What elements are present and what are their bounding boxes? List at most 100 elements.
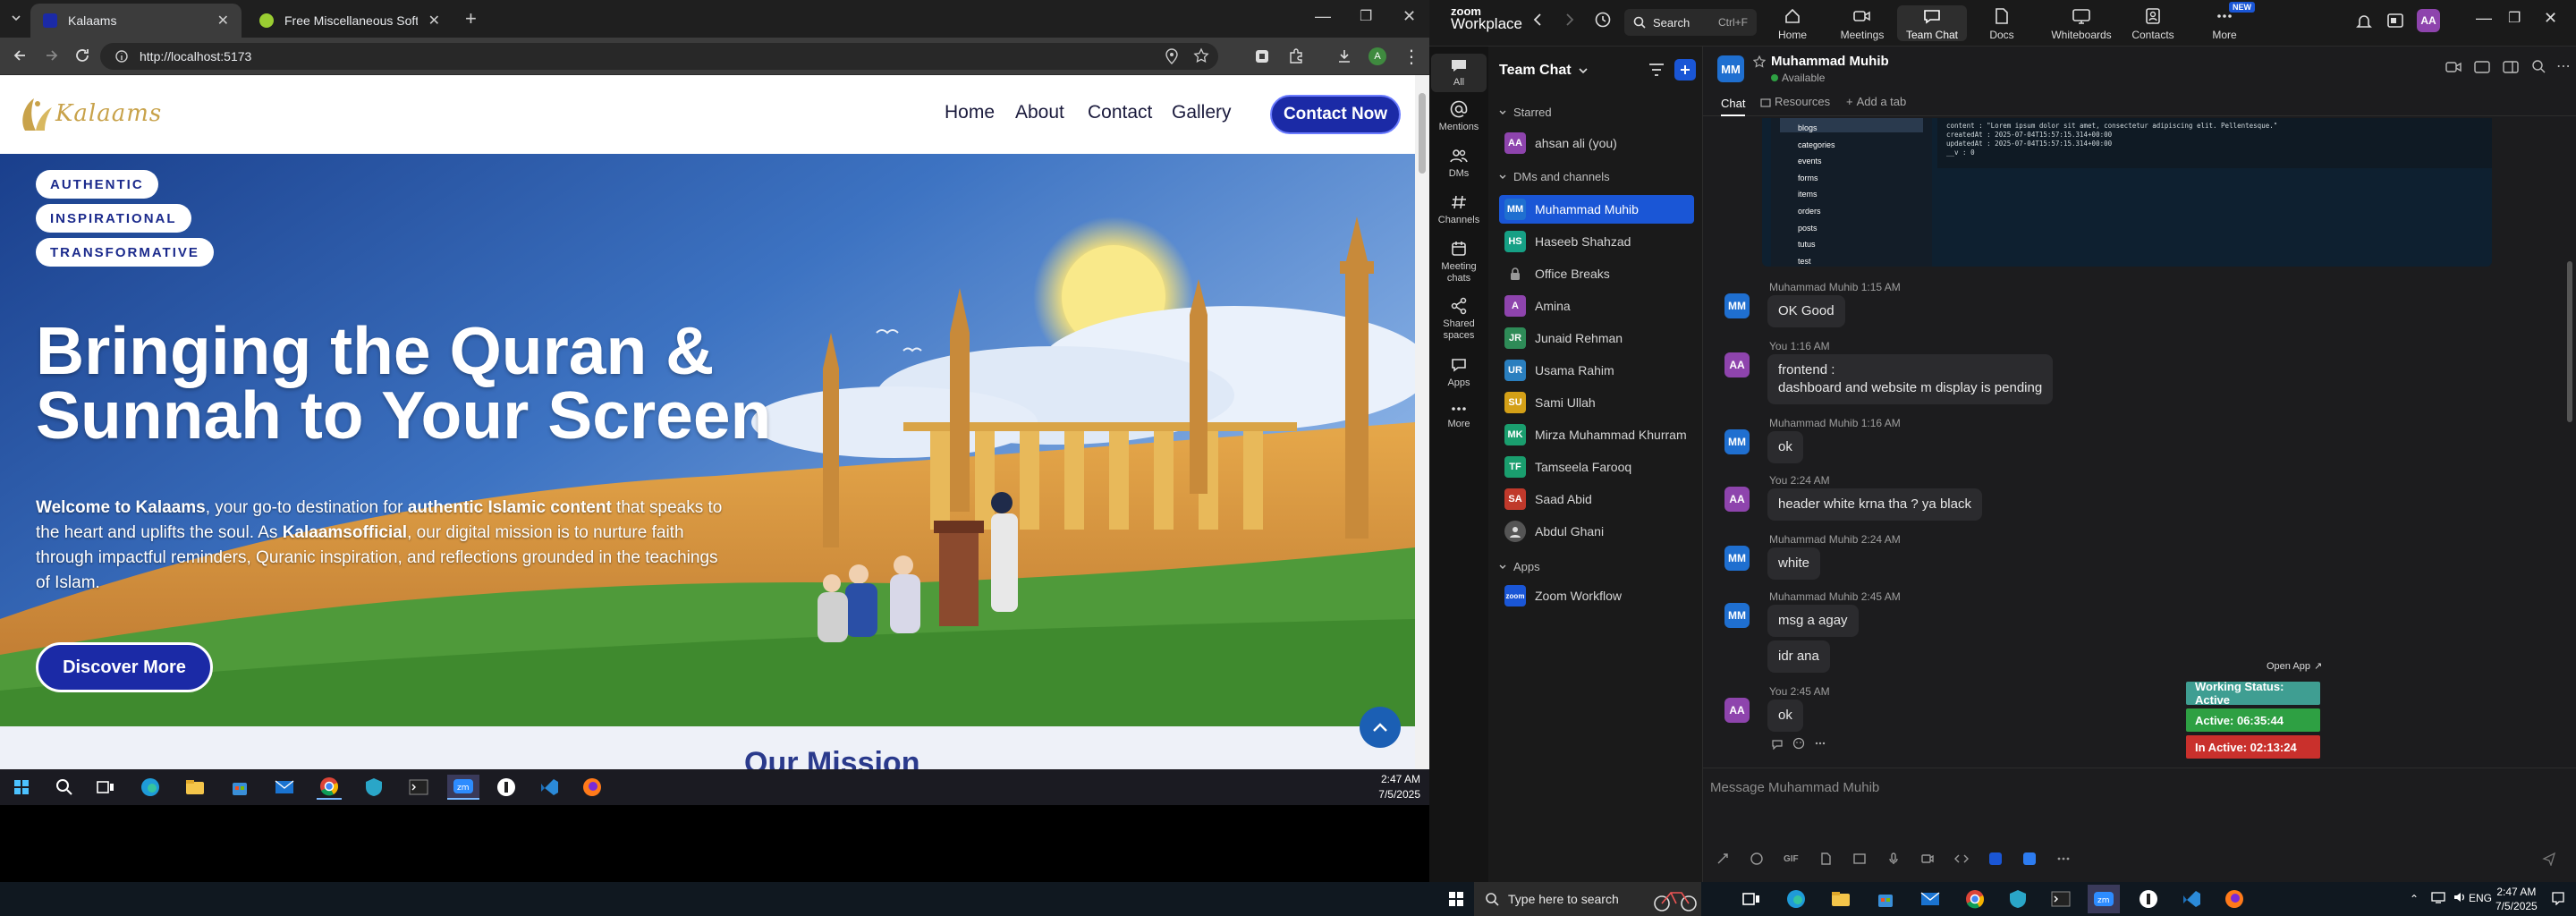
site-logo[interactable]: Kalaams [18, 95, 162, 132]
chat-item-mirza[interactable]: MK Mirza Muhammad Khurram [1499, 420, 1694, 449]
vpn-icon[interactable] [361, 775, 386, 800]
chat-item-sami[interactable]: SU Sami Ullah [1499, 388, 1694, 417]
app-blue-icon[interactable] [1988, 852, 2003, 866]
left-clock[interactable]: 2:47 AM 7/5/2025 [1342, 772, 1420, 802]
chat-scrollbar[interactable] [2567, 261, 2572, 422]
shared-screenshot[interactable]: blogs categories events forms items orde… [1762, 118, 2492, 267]
message-bubble[interactable]: ok [1767, 431, 1803, 463]
message-bubble[interactable]: white [1767, 547, 1821, 580]
task-view-icon[interactable] [1739, 886, 1764, 912]
puzzle-icon[interactable] [1288, 48, 1304, 64]
taskbar-search-input[interactable]: Type here to search [1474, 882, 1701, 916]
windows-start-icon[interactable] [1444, 886, 1469, 912]
tab-search-icon[interactable] [9, 11, 23, 25]
minimize-icon[interactable]: — [1315, 7, 1331, 26]
firefox-icon[interactable] [580, 775, 605, 800]
gif-icon[interactable]: GIF [1784, 854, 1799, 864]
file-icon[interactable] [1818, 852, 1833, 866]
message-input[interactable]: Message Muhammad Muhib [1710, 780, 2569, 795]
reload-icon[interactable] [73, 47, 91, 64]
notification-icon[interactable] [2551, 891, 2565, 905]
terminal-icon[interactable] [2048, 886, 2073, 912]
nav-meetings[interactable]: Meetings [1827, 7, 1897, 41]
emoji-icon[interactable] [1792, 737, 1805, 750]
nav-more[interactable]: NEW More [2190, 2, 2259, 41]
chrome-icon[interactable] [1962, 886, 1987, 912]
page-scrollbar[interactable] [1415, 75, 1429, 769]
network-icon[interactable] [2431, 891, 2445, 903]
discover-more-button[interactable]: Discover More [36, 642, 213, 692]
mail-icon[interactable] [272, 775, 297, 800]
chat-item-tamseela[interactable]: TF Tamseela Farooq [1499, 453, 1694, 481]
mail-icon[interactable] [1918, 886, 1943, 912]
store-icon[interactable] [227, 775, 252, 800]
rail-meeting-chats[interactable]: Meeting chats [1431, 240, 1487, 284]
calendar-app-icon[interactable] [2386, 13, 2404, 29]
video-call-icon[interactable] [2445, 61, 2462, 73]
close-icon[interactable]: ✕ [428, 12, 440, 30]
chat-item-usama[interactable]: UR Usama Rahim [1499, 356, 1694, 385]
language-indicator[interactable]: ENG [2469, 892, 2492, 904]
rail-all[interactable]: All [1431, 54, 1487, 92]
tab-free-software[interactable]: Free Miscellaneous Software - I ✕ [247, 4, 453, 38]
nav-whiteboards[interactable]: Whiteboards [2037, 7, 2126, 41]
terminal-icon[interactable] [406, 775, 431, 800]
app-circle-icon[interactable] [494, 775, 519, 800]
message-bubble[interactable]: frontend : dashboard and website m displ… [1767, 354, 2054, 404]
reply-icon[interactable] [1771, 737, 1784, 750]
rail-mentions[interactable]: Mentions [1431, 100, 1487, 133]
open-app-link[interactable]: Open App ↗ [2267, 660, 2322, 673]
minimize-icon[interactable]: — [2476, 9, 2492, 28]
taskbar-clock[interactable]: 2:47 AM 7/5/2025 [2496, 885, 2538, 913]
message-bubble[interactable]: header white krna tha ? ya black [1767, 488, 1982, 521]
section-apps[interactable]: Apps [1499, 560, 1540, 573]
app-circle-icon[interactable] [2136, 886, 2161, 912]
chat-item-zoom-workflow[interactable]: zoom Zoom Workflow [1499, 581, 1694, 610]
more-dots-icon[interactable] [2056, 852, 2071, 866]
rail-shared-spaces[interactable]: Shared spaces [1431, 297, 1487, 342]
format-icon[interactable] [1716, 852, 1730, 866]
user-avatar[interactable]: AA [2417, 9, 2440, 32]
emoji-icon[interactable] [1750, 852, 1764, 866]
new-tab-plus-icon[interactable]: + [465, 7, 477, 30]
download-icon[interactable] [1336, 48, 1352, 64]
nav-contact[interactable]: Contact [1088, 102, 1152, 123]
app-blue-icon[interactable] [2022, 852, 2037, 866]
nav-about[interactable]: About [1015, 102, 1064, 123]
bell-icon[interactable] [2356, 13, 2372, 30]
chat-item-muhammad-muhib[interactable]: MM Muhammad Muhib [1499, 195, 1694, 224]
vpn-icon[interactable] [2005, 886, 2030, 912]
code-icon[interactable] [1953, 852, 1969, 866]
chat-item-amina[interactable]: A Amina [1499, 292, 1694, 320]
screenshot-icon[interactable] [1852, 852, 1867, 866]
menu-kebab-icon[interactable]: ⋮ [1402, 46, 1420, 68]
back-icon[interactable] [1531, 13, 1544, 27]
maximize-icon[interactable]: ❐ [1360, 7, 1372, 25]
location-icon[interactable] [1165, 48, 1179, 64]
rail-channels[interactable]: Channels [1431, 193, 1487, 226]
filter-icon[interactable] [1648, 61, 1665, 79]
forward-arrow-icon[interactable] [43, 47, 61, 64]
chat-item-haseeb[interactable]: HS Haseeb Shahzad [1499, 227, 1694, 256]
search-icon[interactable] [52, 775, 77, 800]
close-window-icon[interactable]: ✕ [1402, 7, 1416, 26]
close-window-icon[interactable]: ✕ [2544, 9, 2557, 28]
chat-item-office-breaks[interactable]: Office Breaks [1499, 259, 1694, 288]
video-clip-icon[interactable] [1920, 852, 1935, 866]
nav-gallery[interactable]: Gallery [1172, 102, 1232, 123]
screen-share-icon[interactable] [2474, 61, 2490, 73]
site-info-icon[interactable] [114, 49, 129, 64]
bookmark-star-icon[interactable] [1193, 47, 1209, 64]
tab-kalaams[interactable]: Kalaams ✕ [30, 4, 242, 38]
maximize-icon[interactable]: ❐ [2508, 9, 2521, 27]
chat-header-name[interactable]: Muhammad Muhib [1753, 54, 1889, 69]
mic-icon[interactable] [1886, 852, 1901, 866]
nav-home[interactable]: Home [945, 102, 995, 123]
zoom-icon[interactable]: zm [2088, 885, 2120, 913]
windows-start-icon[interactable] [9, 775, 34, 800]
message-bubble[interactable]: ok [1767, 700, 1803, 732]
nav-contacts[interactable]: Contacts [2118, 7, 2188, 41]
chat-item-ahsan[interactable]: AA ahsan ali (you) [1499, 129, 1694, 157]
chat-item-saad[interactable]: SA Saad Abid [1499, 485, 1694, 513]
history-icon[interactable] [1594, 11, 1612, 29]
